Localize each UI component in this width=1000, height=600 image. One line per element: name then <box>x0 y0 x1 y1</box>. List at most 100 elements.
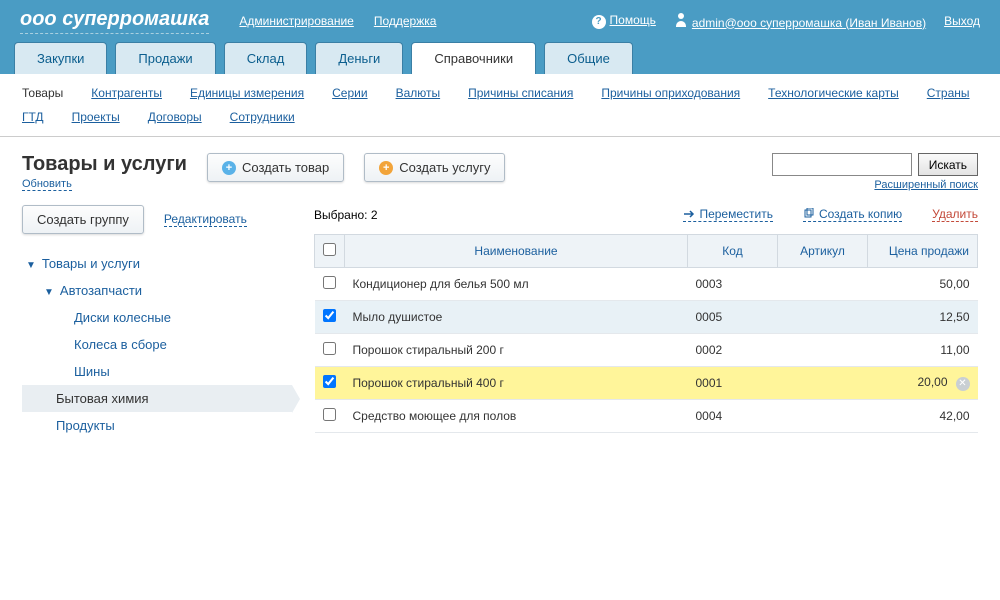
selection-row: Выбрано: 2 Переместить Создать копию Уда… <box>314 205 978 224</box>
cell-check <box>315 334 345 367</box>
subnav-link[interactable]: Причины списания <box>468 86 573 100</box>
tree-item[interactable]: Колеса в сборе <box>22 331 292 358</box>
subnav-link[interactable]: Валюты <box>396 86 441 100</box>
tree-item[interactable]: Бытовая химия <box>22 385 292 412</box>
col-article-header[interactable]: Артикул <box>778 235 868 268</box>
tree-item[interactable]: Продукты <box>22 412 292 439</box>
main-split: Создать группу Редактировать ▼ Товары и у… <box>22 205 978 439</box>
tree-item-label: Бытовая химия <box>56 391 149 406</box>
row-delete-icon[interactable]: ✕ <box>956 377 970 391</box>
subnav-current: Товары <box>22 86 63 100</box>
tab[interactable]: Склад <box>224 42 308 74</box>
header-right: ?Помощь admin@ооо суперромашка (Иван Ива… <box>592 13 980 30</box>
cell-name: Кондиционер для белья 500 мл <box>345 268 688 301</box>
subnav-link[interactable]: Причины оприходования <box>601 86 740 100</box>
subnav-link[interactable]: Сотрудники <box>230 110 295 124</box>
search-button[interactable]: Искать <box>918 153 978 176</box>
logout-link[interactable]: Выход <box>944 14 980 28</box>
edit-link[interactable]: Редактировать <box>164 212 247 227</box>
cell-code: 0001 <box>688 367 778 400</box>
col-price-header[interactable]: Цена продажи <box>868 235 978 268</box>
move-icon <box>683 208 695 220</box>
select-all-checkbox[interactable] <box>323 243 336 256</box>
tab[interactable]: Справочники <box>411 42 536 74</box>
subnav-link[interactable]: Единицы измерения <box>190 86 304 100</box>
left-col: Создать группу Редактировать ▼ Товары и у… <box>22 205 292 439</box>
cell-price: 50,00 <box>868 268 978 301</box>
cell-name: Порошок стиральный 200 г <box>345 334 688 367</box>
copy-icon <box>803 208 815 220</box>
delete-link[interactable]: Удалить <box>932 207 978 222</box>
tab[interactable]: Общие <box>544 42 633 74</box>
cell-check <box>315 301 345 334</box>
table-row[interactable]: Кондиционер для белья 500 мл000350,00 <box>315 268 978 301</box>
subnav-link[interactable]: Страны <box>927 86 970 100</box>
page-title: Товары и услуги <box>22 153 187 176</box>
search-box: Искать Расширенный поиск <box>772 153 978 191</box>
col-code-header[interactable]: Код <box>688 235 778 268</box>
cell-price: 12,50 <box>868 301 978 334</box>
tree-item[interactable]: ▼Автозапчасти <box>22 277 292 304</box>
table-row[interactable]: Средство моющее для полов000442,00 <box>315 400 978 433</box>
cell-article <box>778 301 868 334</box>
header-links: Администрирование Поддержка <box>239 14 436 28</box>
tab[interactable]: Продажи <box>115 42 215 74</box>
cell-check <box>315 400 345 433</box>
move-link[interactable]: Переместить <box>683 207 773 222</box>
tab[interactable]: Деньги <box>315 42 403 74</box>
plus-icon: + <box>379 161 393 175</box>
help-icon: ? <box>592 15 606 29</box>
table-row[interactable]: Порошок стиральный 400 г0001 20,00✕ <box>315 367 978 400</box>
table-row[interactable]: Мыло душистое000512,50 <box>315 301 978 334</box>
right-col: Выбрано: 2 Переместить Создать копию Уда… <box>314 205 978 439</box>
subnav-link[interactable]: ГТД <box>22 110 44 124</box>
table-row[interactable]: Порошок стиральный 200 г0002 11,00 <box>315 334 978 367</box>
person-icon <box>674 13 688 27</box>
cell-check <box>315 268 345 301</box>
user-link[interactable]: admin@ооо суперромашка (Иван Иванов) <box>674 13 926 30</box>
caret-icon: ▼ <box>26 260 36 271</box>
subnav-link[interactable]: Технологические карты <box>768 86 899 100</box>
tab[interactable]: Закупки <box>14 42 107 74</box>
subnav-link[interactable]: Проекты <box>72 110 120 124</box>
admin-link[interactable]: Администрирование <box>239 14 353 28</box>
create-service-button[interactable]: + Создать услугу <box>364 153 505 182</box>
selected-count: Выбрано: 2 <box>314 208 378 222</box>
help-link[interactable]: ?Помощь <box>592 13 656 29</box>
col-name-header[interactable]: Наименование <box>345 235 688 268</box>
refresh-link[interactable]: Обновить <box>22 178 72 191</box>
tree-item[interactable]: ▼ Товары и услуги <box>22 250 292 277</box>
cell-name: Порошок стиральный 400 г <box>345 367 688 400</box>
support-link[interactable]: Поддержка <box>374 14 437 28</box>
tree-item[interactable]: Шины <box>22 358 292 385</box>
plus-icon: + <box>222 161 236 175</box>
app-header: ооо суперромашка Администрирование Подде… <box>0 0 1000 42</box>
user-label: admin@ооо суперромашка (Иван Иванов) <box>692 16 926 30</box>
row-checkbox[interactable] <box>323 309 336 322</box>
cell-name: Средство моющее для полов <box>345 400 688 433</box>
cell-price: 11,00 <box>868 334 978 367</box>
row-checkbox[interactable] <box>323 375 336 388</box>
cell-price: 20,00✕ <box>868 367 978 400</box>
row-checkbox[interactable] <box>323 276 336 289</box>
subnav-link[interactable]: Договоры <box>148 110 202 124</box>
subnav: Товары Контрагенты Единицы измерения Серии В… <box>0 74 1000 137</box>
row-checkbox[interactable] <box>323 342 336 355</box>
cell-article <box>778 367 868 400</box>
tree-item-label: Автозапчасти <box>60 283 142 298</box>
cell-code: 0002 <box>688 334 778 367</box>
tree-item-label: Диски колесные <box>74 310 171 325</box>
col-check-header <box>315 235 345 268</box>
advanced-search-link[interactable]: Расширенный поиск <box>874 179 978 191</box>
copy-link[interactable]: Создать копию <box>803 207 902 222</box>
subnav-link[interactable]: Контрагенты <box>91 86 162 100</box>
create-product-button[interactable]: + Создать товар <box>207 153 344 182</box>
row-checkbox[interactable] <box>323 408 336 421</box>
create-service-label: Создать услугу <box>399 160 490 175</box>
tree-item[interactable]: Диски колесные <box>22 304 292 331</box>
app-logo[interactable]: ооо суперромашка <box>20 8 209 34</box>
subnav-link[interactable]: Серии <box>332 86 367 100</box>
tree-item-label: Товары и услуги <box>42 256 140 271</box>
search-input[interactable] <box>772 153 912 176</box>
create-group-button[interactable]: Создать группу <box>22 205 144 234</box>
